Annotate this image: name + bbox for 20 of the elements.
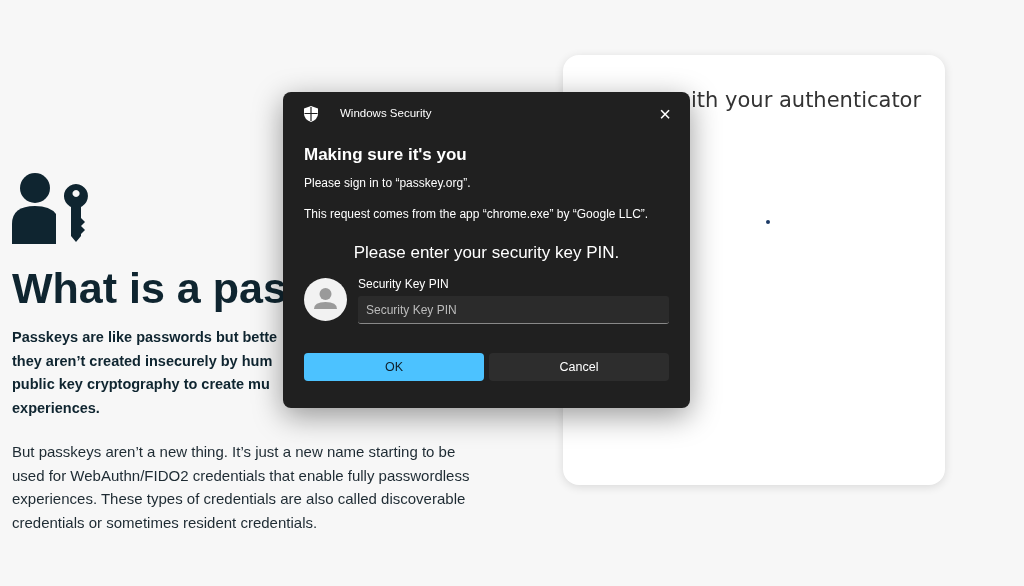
page-heading: What is a pas xyxy=(12,263,287,314)
dialog-text: This request comes from the app “chrome.exe” by “Google LLC”. xyxy=(304,206,650,221)
close-button[interactable]: × xyxy=(653,104,677,124)
paragraph: But passkeys aren’t a new thing. It’s just a new name starting to be used for WebAuthn/FIDO2 credentials that enable fully passwordless experiences. These types of credentials are also called discoverable credentials or sometimes resident credentials. xyxy=(12,442,471,533)
dialog-heading: Making sure it's you xyxy=(304,144,468,166)
spinner-icon xyxy=(766,220,770,224)
pin-input-field[interactable]: Security Key PIN xyxy=(358,296,669,324)
intro-text-line: Passkeys are like passwords but bette xyxy=(12,328,278,347)
intro-text-line: public key cryptography to create mu xyxy=(12,375,270,394)
avatar-icon xyxy=(304,278,347,321)
ok-button[interactable]: OK xyxy=(304,353,484,381)
shield-icon xyxy=(304,106,318,122)
field-label: Security Key PIN xyxy=(358,276,450,293)
dialog-title: Windows Security xyxy=(340,106,432,122)
card-title: ith your authenticator xyxy=(691,87,922,114)
intro-text-line: they aren’t created insecurely by hum xyxy=(12,351,273,371)
cancel-button[interactable]: Cancel xyxy=(489,353,669,381)
intro-text-line: experiences. xyxy=(12,398,100,418)
dialog-text: Please sign in to “passkey.org”. xyxy=(304,175,472,190)
prompt-text: Please enter your security key PIN. xyxy=(352,241,621,264)
